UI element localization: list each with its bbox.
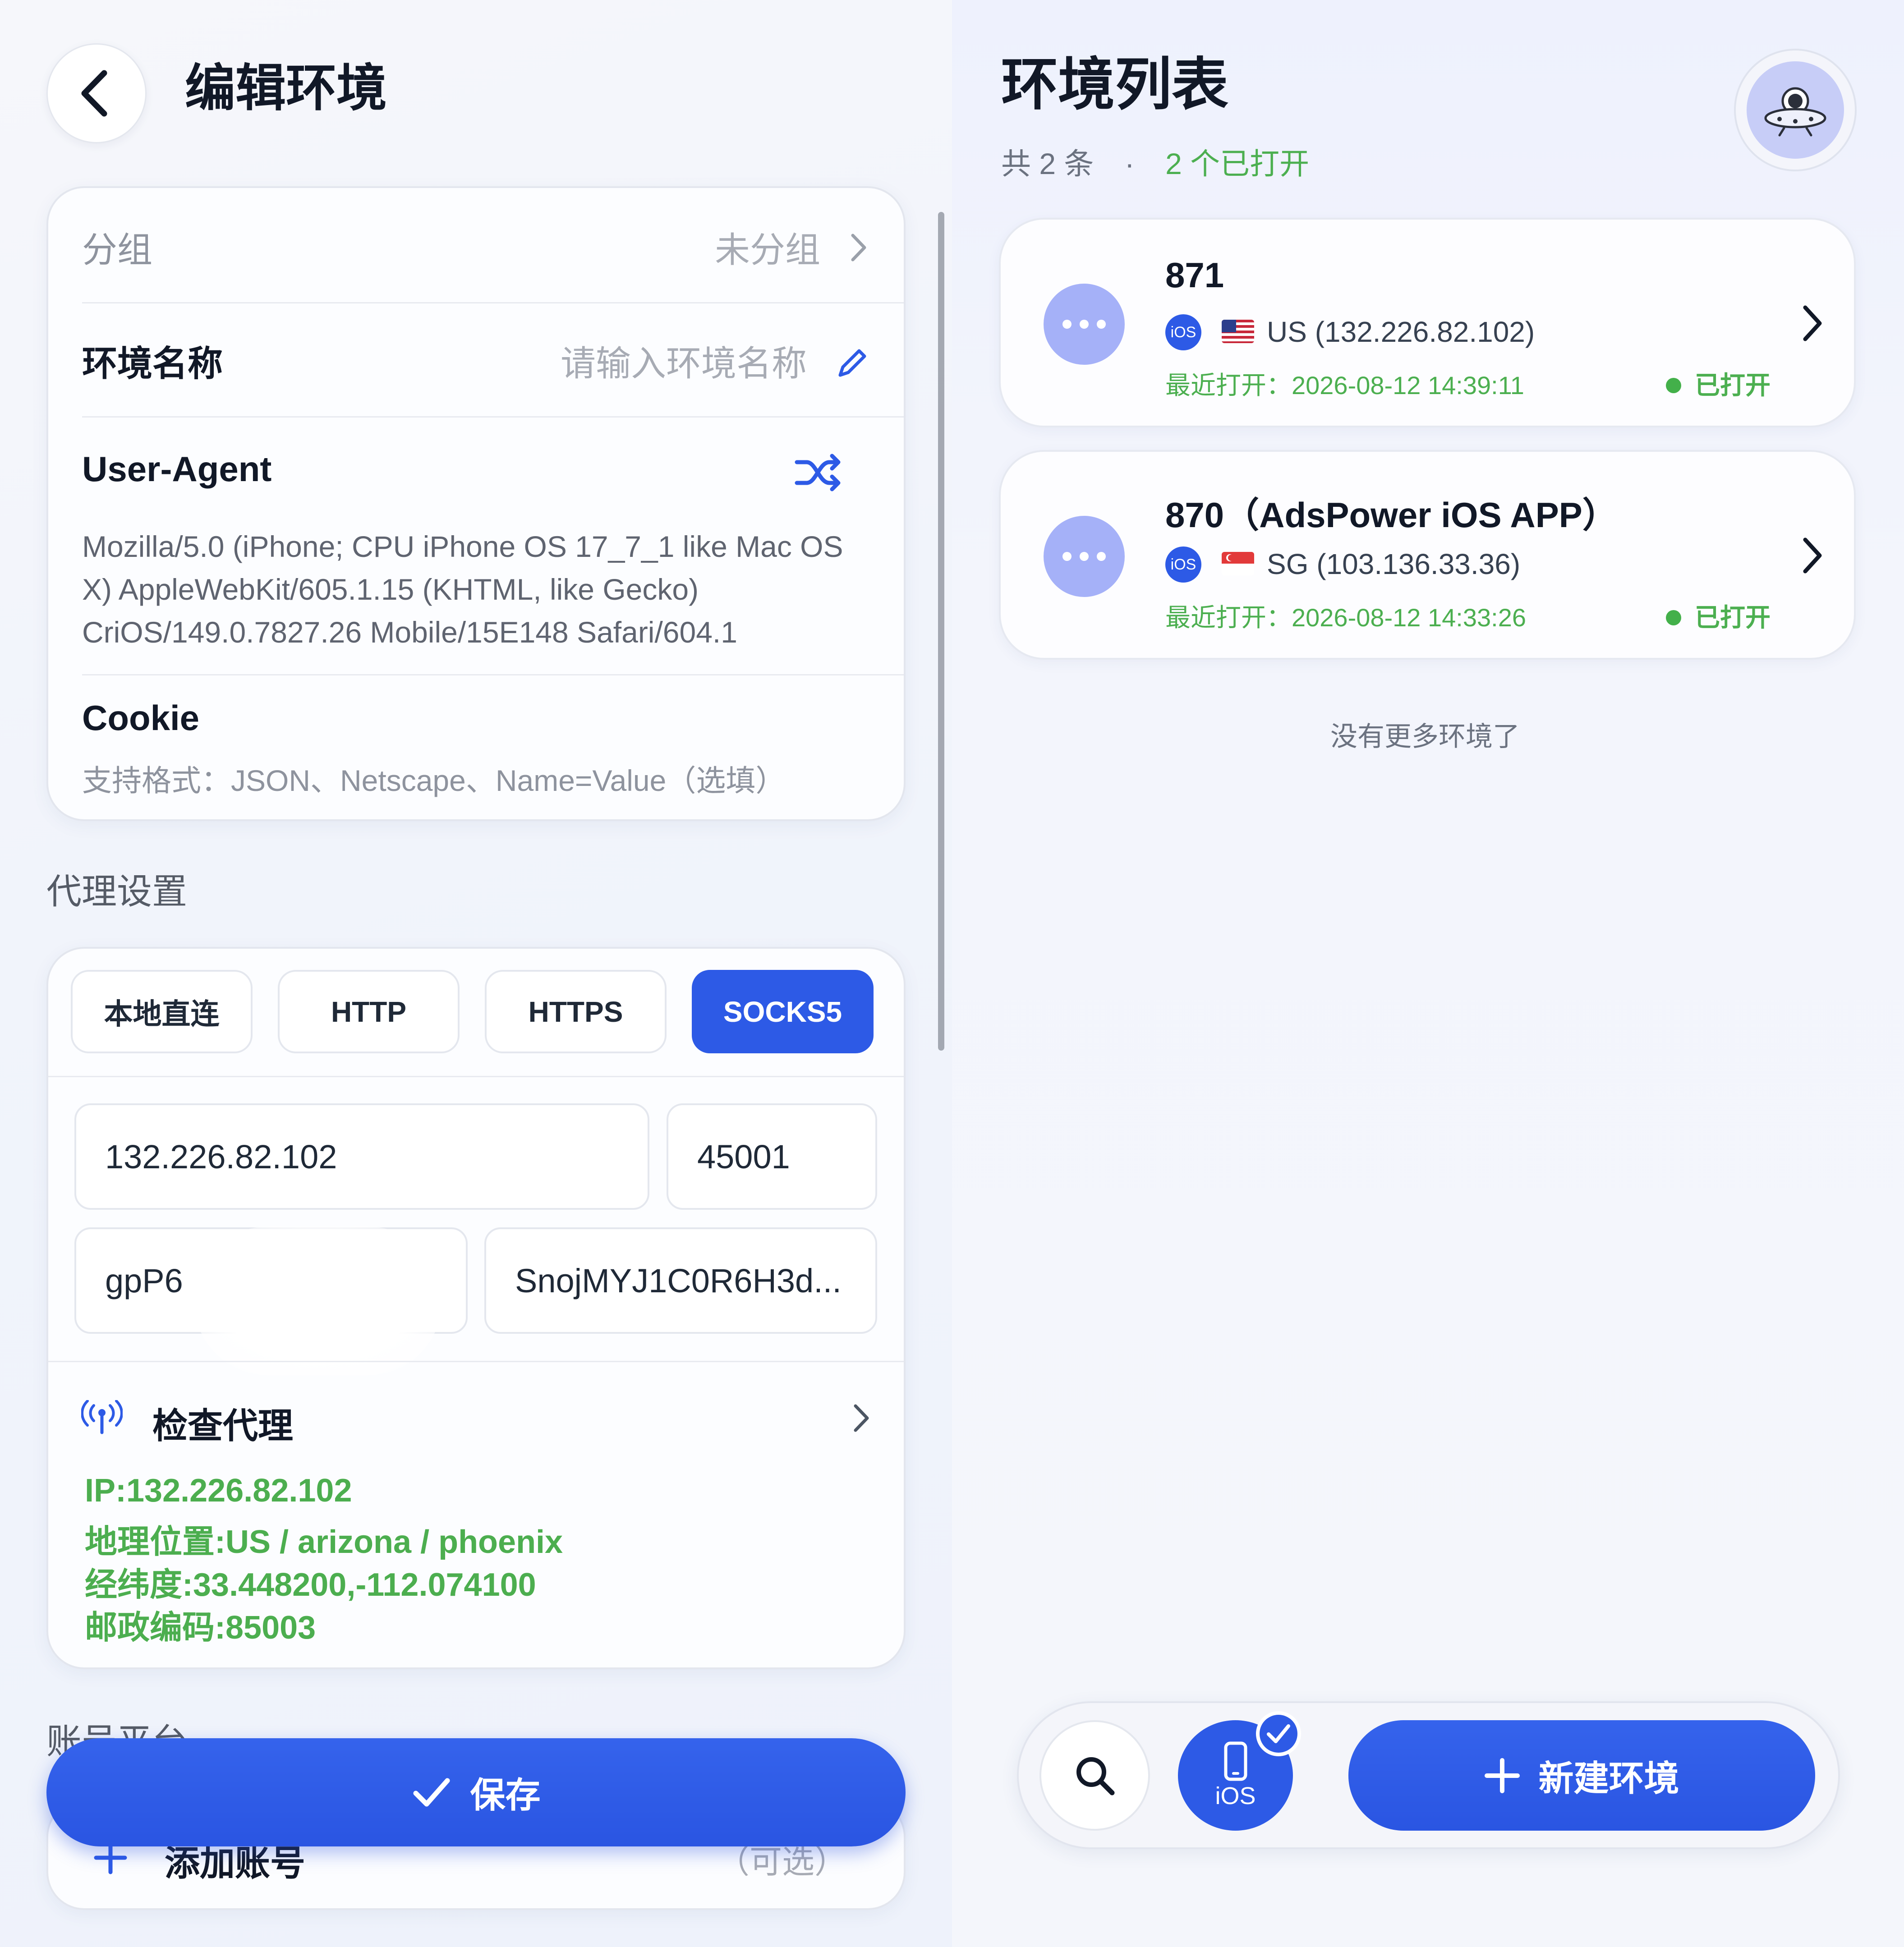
end-of-list-text: 没有更多环境了 [1330,721,1520,752]
environment-name-label: 环境名称 [82,344,223,383]
us-flag-icon [1222,320,1254,343]
basic-info-card: 分组 未分组 环境名称 请输入环境名称 User-Agent Mozilla/5… [46,186,906,821]
scrollbar[interactable] [938,212,944,1051]
proxy-result-postal: 邮政编码:85003 [85,1610,316,1646]
proxy-type-socks5[interactable]: SOCKS5 [692,970,874,1053]
check-proxy-button[interactable]: 检查代理 [152,1398,293,1448]
environment-item[interactable]: 871 iOS US (132.226.82.102) 最近打开：2026-08… [999,218,1856,427]
divider [82,674,904,675]
environment-item-ip: SG (103.136.33.36) [1267,548,1521,580]
page-title: 编辑环境 [185,60,387,116]
environment-name-input[interactable]: 请输入环境名称 [561,335,807,386]
user-agent-label: User-Agent [82,449,272,489]
environment-item-name: 871 [1165,255,1224,295]
group-value: 未分组 [714,230,820,270]
environment-item-last-open: 最近打开：2026-08-12 14:33:26 [1165,603,1526,632]
environment-name-row: 环境名称 请输入环境名称 [82,335,870,390]
proxy-type-local[interactable]: 本地直连 [71,970,253,1053]
environment-item-ip: US (132.226.82.102) [1267,316,1535,348]
chevron-left-icon [81,70,107,117]
chevron-right-icon[interactable] [850,1402,873,1434]
more-icon[interactable] [1044,284,1125,365]
environment-item-last-open: 最近打开：2026-08-12 14:39:11 [1165,371,1524,400]
redaction-blur [194,1226,442,1375]
group-row[interactable]: 分组 未分组 [82,222,870,276]
status-badge: 已打开 [1666,597,1771,634]
open-count: 2 个已打开 [1165,147,1310,180]
check-icon [413,1778,450,1807]
more-icon[interactable] [1044,516,1125,597]
shuffle-icon[interactable] [793,452,843,493]
save-button[interactable]: 保存 [46,1738,906,1846]
cookie-input[interactable]: 支持格式：JSON、Netscape、Name=Value（选填） [82,757,870,800]
user-agent-value[interactable]: Mozilla/5.0 (iPhone; CPU iPhone OS 17_7_… [82,525,870,654]
phone-icon [1224,1741,1247,1781]
proxy-result-ip: IP:132.226.82.102 [85,1473,352,1509]
avatar[interactable] [1734,49,1857,171]
list-title: 环境列表 [1001,53,1228,116]
group-label: 分组 [82,230,153,270]
user-agent-row: User-Agent [82,449,870,503]
pencil-icon[interactable] [834,345,870,381]
proxy-result-coords: 经纬度:33.448200,-112.074100 [85,1567,536,1603]
ios-filter-label: iOS [1215,1782,1256,1809]
total-count: 共 2 条 [1001,147,1094,180]
divider [82,416,904,418]
chevron-right-icon [1803,537,1822,574]
chevron-right-icon [1803,305,1822,341]
summary-separator: · [1124,147,1135,180]
search-button[interactable] [1039,1720,1150,1831]
ios-badge: iOS [1165,546,1201,583]
cookie-row[interactable]: Cookie 支持格式：JSON、Netscape、Name=Value（选填） [82,698,870,800]
chevron-right-icon [851,234,866,262]
search-icon [1076,1757,1114,1795]
environment-item[interactable]: 870（AdsPower iOS APP） iOS SG (103.136.33… [999,450,1856,660]
status-badge: 已打开 [1666,365,1771,402]
proxy-port-input[interactable]: 45001 [667,1103,877,1210]
signal-icon [81,1400,123,1434]
divider [48,1361,904,1362]
save-label: 保存 [470,1775,541,1815]
list-summary: 共 2 条 · 2 个已打开 [1001,140,1309,183]
divider [82,302,904,303]
new-environment-label: 新建环境 [1538,1758,1679,1798]
ios-badge: iOS [1165,314,1201,350]
proxy-password-input[interactable]: SnojMYJ1C0R6H3d... [484,1227,877,1334]
checkmark-icon [1256,1711,1301,1756]
plus-icon [1485,1758,1520,1793]
back-button[interactable] [46,43,147,143]
proxy-type-http[interactable]: HTTP [278,970,460,1053]
astronaut-ufo-icon [1747,61,1844,159]
new-environment-button[interactable]: 新建环境 [1348,1720,1815,1831]
proxy-host-input[interactable]: 132.226.82.102 [74,1103,649,1210]
environment-item-name: 870（AdsPower iOS APP） [1165,495,1618,535]
edit-environment-panel: 编辑环境 分组 未分组 环境名称 请输入环境名称 User-Agent Mozi… [0,0,952,1947]
proxy-result-location: 地理位置:US / arizona / phoenix [85,1524,563,1560]
proxy-section-title: 代理设置 [46,872,188,911]
cookie-label: Cookie [82,698,200,738]
divider [48,1076,904,1077]
sg-flag-icon [1222,552,1254,575]
proxy-type-https[interactable]: HTTPS [485,970,667,1053]
